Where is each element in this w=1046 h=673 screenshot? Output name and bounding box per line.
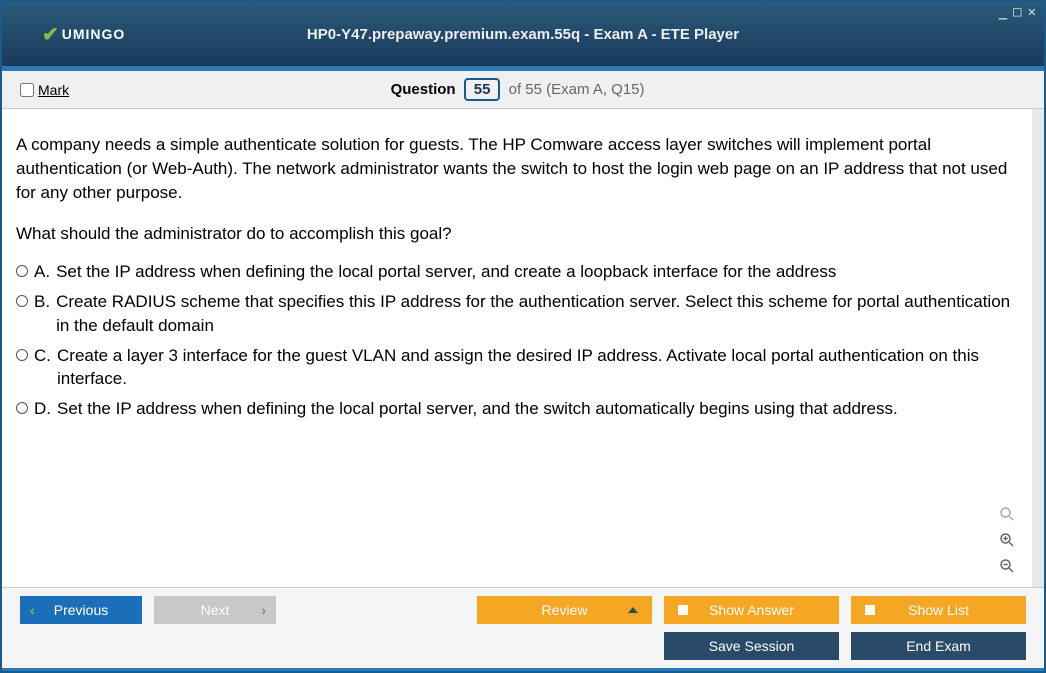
save-session-button[interactable]: Save Session	[664, 632, 839, 660]
radio-icon[interactable]	[16, 402, 28, 414]
stop-icon	[865, 605, 875, 615]
maximize-icon[interactable]: □	[1013, 4, 1021, 20]
radio-icon[interactable]	[16, 349, 28, 361]
question-indicator: Question 55 of 55 (Exam A, Q15)	[69, 78, 966, 101]
triangle-up-icon	[628, 607, 638, 613]
app-logo: ✔ UMINGO	[42, 22, 125, 47]
show-answer-label: Show Answer	[709, 602, 794, 618]
question-bar: Mark Question 55 of 55 (Exam A, Q15)	[2, 71, 1044, 109]
answer-letter: C.	[34, 344, 51, 368]
chevron-right-icon: ›	[261, 602, 266, 618]
answer-text: Set the IP address when defining the loc…	[56, 260, 1018, 284]
review-label: Review	[542, 602, 588, 618]
answer-option[interactable]: A. Set the IP address when defining the …	[16, 260, 1018, 284]
mark-checkbox-wrap[interactable]: Mark	[20, 82, 69, 98]
titlebar: ✔ UMINGO HP0-Y47.prepaway.premium.exam.5…	[2, 2, 1044, 66]
logo-text: UMINGO	[62, 26, 126, 42]
question-ask: What should the administrator do to acco…	[16, 222, 1018, 246]
save-session-label: Save Session	[709, 638, 795, 654]
question-body: A company needs a simple authenticate so…	[16, 133, 1018, 204]
previous-label: Previous	[54, 602, 108, 618]
next-label: Next	[201, 602, 230, 618]
previous-button[interactable]: ‹ Previous	[20, 596, 142, 624]
chevron-left-icon: ‹	[30, 602, 35, 618]
question-content: A company needs a simple authenticate so…	[2, 109, 1032, 587]
minimize-icon[interactable]: _	[999, 4, 1007, 20]
zoom-controls	[996, 503, 1018, 577]
next-button[interactable]: Next ›	[154, 596, 276, 624]
review-button[interactable]: Review	[477, 596, 652, 624]
answer-letter: B.	[34, 290, 50, 314]
end-exam-label: End Exam	[906, 638, 971, 654]
answer-text: Create a layer 3 interface for the guest…	[57, 344, 1018, 392]
logo-check-icon: ✔	[42, 22, 60, 47]
question-label: Question	[391, 81, 456, 98]
mark-checkbox[interactable]	[20, 83, 34, 97]
question-of-text: of 55 (Exam A, Q15)	[509, 81, 645, 98]
answer-option[interactable]: D. Set the IP address when defining the …	[16, 397, 1018, 421]
mark-label[interactable]: Mark	[38, 82, 69, 98]
window-title: HP0-Y47.prepaway.premium.exam.55q - Exam…	[307, 26, 739, 43]
answer-text: Set the IP address when defining the loc…	[57, 397, 1018, 421]
scrollbar[interactable]	[1032, 109, 1044, 587]
show-list-button[interactable]: Show List	[851, 596, 1026, 624]
window-controls: _ □ ✕	[999, 4, 1036, 20]
end-exam-button[interactable]: End Exam	[851, 632, 1026, 660]
close-icon[interactable]: ✕	[1028, 4, 1036, 20]
answer-letter: A.	[34, 260, 50, 284]
answer-letter: D.	[34, 397, 51, 421]
show-list-label: Show List	[908, 602, 969, 618]
zoom-in-icon[interactable]	[996, 529, 1018, 551]
footer: ‹ Previous Next › Review Show Answer Sho…	[2, 587, 1044, 668]
radio-icon[interactable]	[16, 265, 28, 277]
radio-icon[interactable]	[16, 295, 28, 307]
search-icon[interactable]	[996, 503, 1018, 525]
stop-icon	[678, 605, 688, 615]
show-answer-button[interactable]: Show Answer	[664, 596, 839, 624]
answer-text: Create RADIUS scheme that specifies this…	[56, 290, 1018, 338]
answer-list: A. Set the IP address when defining the …	[16, 260, 1018, 421]
zoom-out-icon[interactable]	[996, 555, 1018, 577]
answer-option[interactable]: C. Create a layer 3 interface for the gu…	[16, 344, 1018, 392]
accent-bottom	[2, 668, 1044, 671]
question-number-box: 55	[464, 78, 501, 101]
answer-option[interactable]: B. Create RADIUS scheme that specifies t…	[16, 290, 1018, 338]
